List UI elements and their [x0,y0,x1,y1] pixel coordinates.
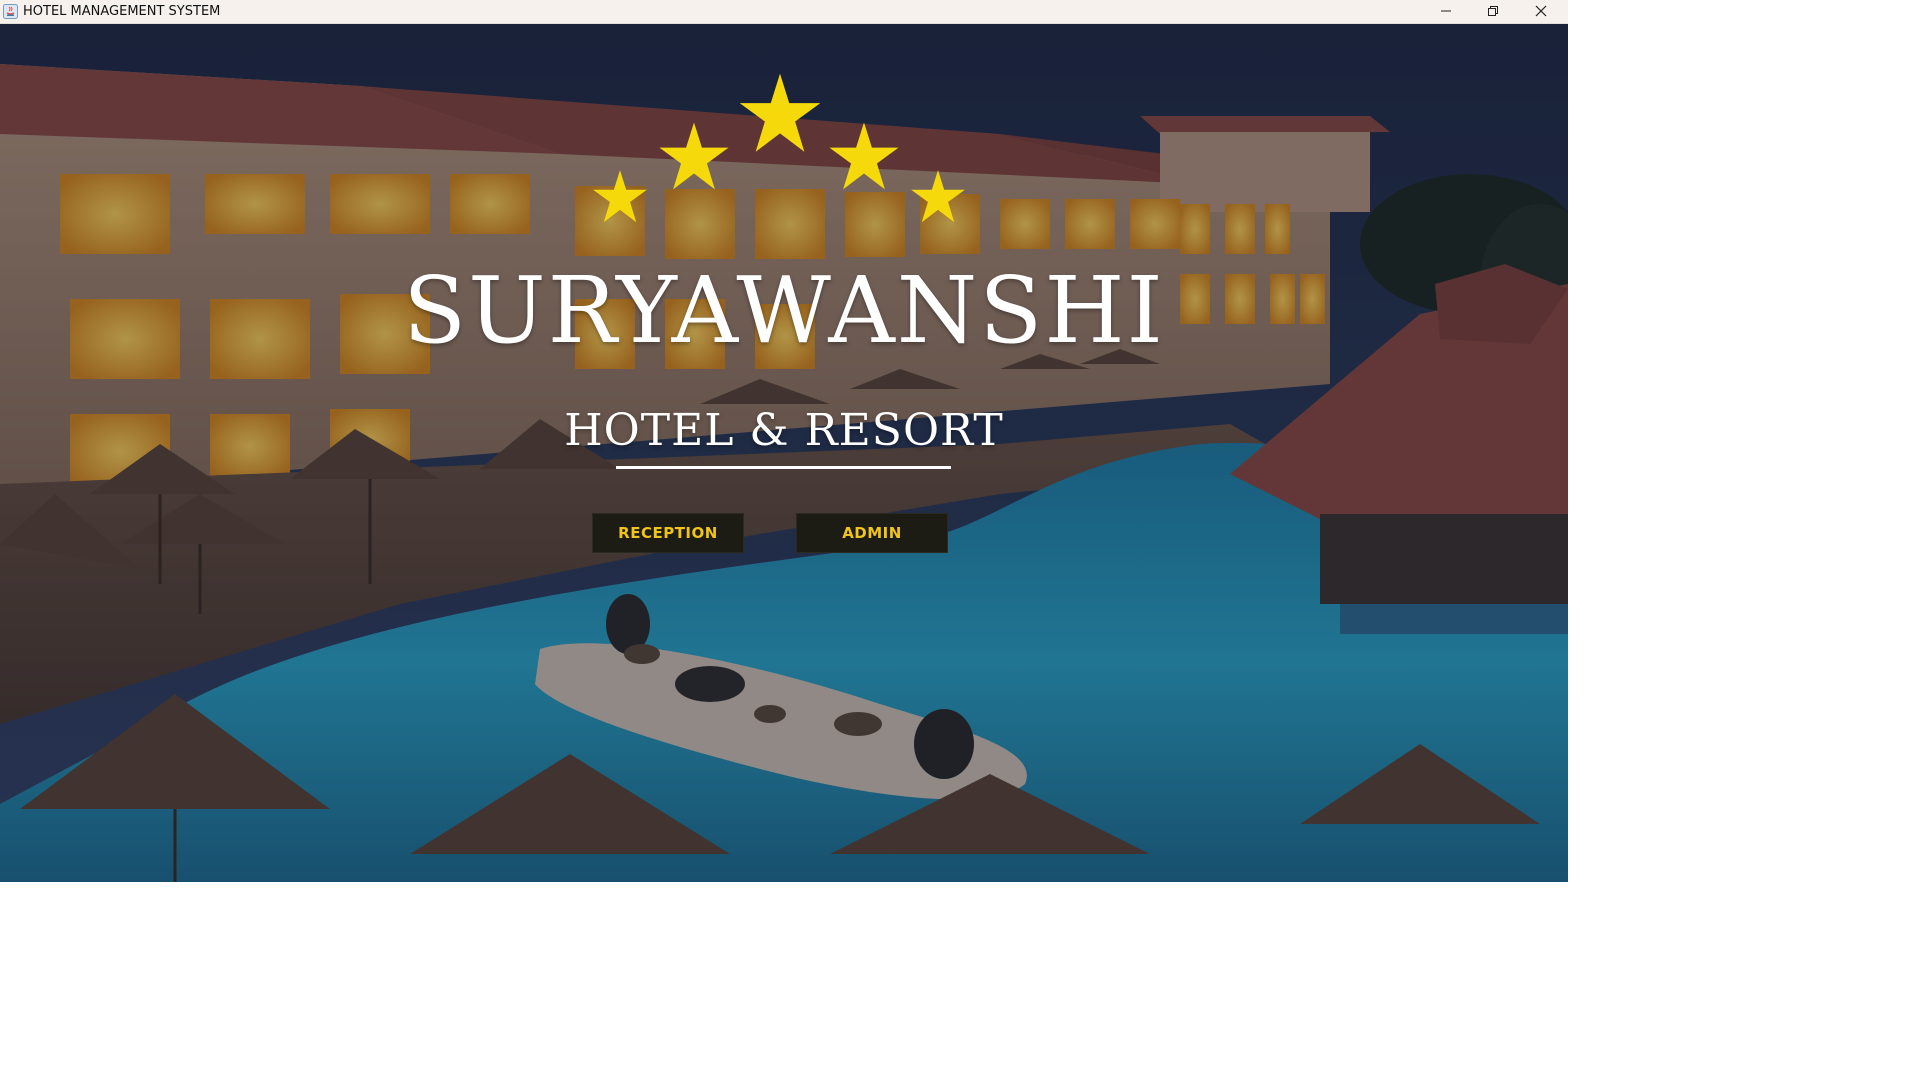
app-window: HOTEL MANAGEMENT SYSTEM SURYAWANSHI HOTE… [0,0,1568,882]
star-icon [739,73,821,152]
close-button[interactable] [1518,0,1564,23]
star-icon [593,170,647,223]
hotel-background-image: SURYAWANSHI HOTEL & RESORT RECEPTION ADM… [0,24,1568,882]
maximize-icon [1487,2,1499,21]
java-app-icon [3,4,18,19]
star-icon [659,122,729,190]
brand-underline [616,466,951,469]
star-icon [911,170,965,223]
minimize-button[interactable] [1423,0,1469,23]
window-title: HOTEL MANAGEMENT SYSTEM [23,4,221,19]
minimize-icon [1440,2,1452,21]
brand-name: SURYAWANSHI [403,257,1165,364]
star-icon [829,122,899,190]
reception-button[interactable]: RECEPTION [592,513,744,553]
title-bar[interactable]: HOTEL MANAGEMENT SYSTEM [0,0,1568,24]
close-icon [1535,2,1547,21]
brand-subtitle: HOTEL & RESORT [564,405,1004,456]
admin-button[interactable]: ADMIN [796,513,948,553]
maximize-button[interactable] [1470,0,1516,23]
